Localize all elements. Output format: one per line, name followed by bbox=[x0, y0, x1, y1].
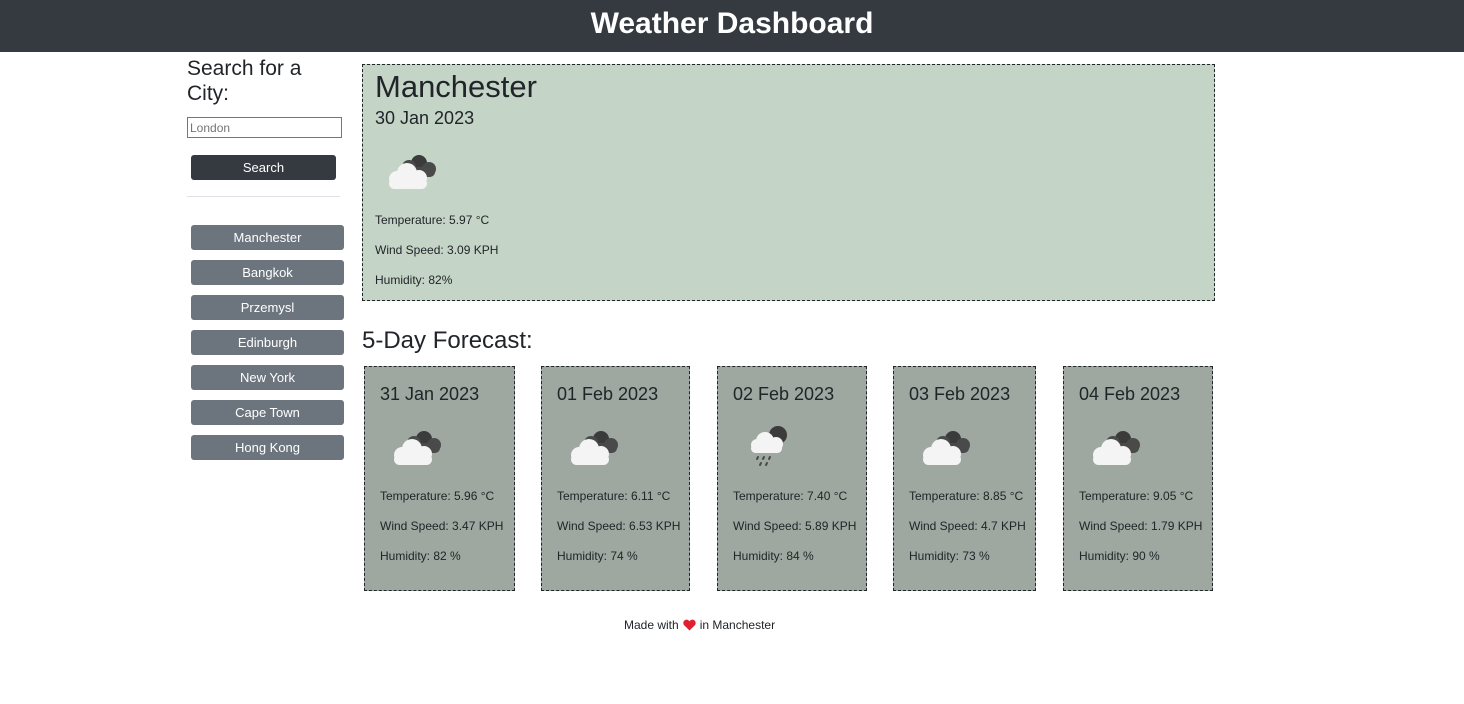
forecast-wind-speed: Wind Speed: 4.7 KPH bbox=[909, 519, 1026, 533]
forecast-card: 01 Feb 2023 Temperature: 6.11 °C Wind Sp… bbox=[541, 366, 690, 591]
cloudy-icon bbox=[1089, 427, 1145, 472]
forecast-date: 03 Feb 2023 bbox=[909, 384, 1011, 404]
forecast-date: 02 Feb 2023 bbox=[733, 384, 835, 404]
cloudy-icon bbox=[567, 427, 623, 472]
forecast-humidity: Humidity: 90 % bbox=[1079, 549, 1160, 563]
history-city-button[interactable]: Cape Town bbox=[191, 400, 344, 425]
forecast-wind-speed: Wind Speed: 6.53 KPH bbox=[557, 519, 681, 533]
history-city-button[interactable]: Hong Kong bbox=[191, 435, 344, 460]
cloudy-icon bbox=[919, 427, 975, 472]
current-wind-speed: Wind Speed: 3.09 KPH bbox=[375, 243, 499, 257]
cloudy-icon bbox=[385, 151, 441, 196]
forecast-temperature: Temperature: 9.05 °C bbox=[1079, 489, 1194, 503]
forecast-wind-speed: Wind Speed: 5.89 KPH bbox=[733, 519, 857, 533]
search-title: Search for a City: bbox=[187, 57, 302, 105]
history-city-button[interactable]: Przemysl bbox=[191, 295, 344, 320]
forecast-temperature: Temperature: 5.96 °C bbox=[380, 489, 495, 503]
search-button[interactable]: Search bbox=[191, 155, 336, 180]
forecast-wind-speed: Wind Speed: 3.47 KPH bbox=[380, 519, 504, 533]
forecast-humidity: Humidity: 82 % bbox=[380, 549, 461, 563]
forecast-title: 5-Day Forecast: bbox=[362, 327, 533, 354]
forecast-humidity: Humidity: 73 % bbox=[909, 549, 990, 563]
footer: Made with in Manchester bbox=[624, 618, 775, 635]
current-temperature: Temperature: 5.97 °C bbox=[375, 213, 490, 227]
forecast-date: 04 Feb 2023 bbox=[1079, 384, 1181, 404]
forecast-temperature: Temperature: 7.40 °C bbox=[733, 489, 848, 503]
search-history-list: Manchester Bangkok Przemysl Edinburgh Ne… bbox=[191, 225, 344, 470]
footer-suffix: in Manchester bbox=[699, 618, 776, 632]
forecast-card: 02 Feb 2023 Temperature: 7.40 °C Wind Sp… bbox=[717, 366, 867, 591]
history-city-button[interactable]: New York bbox=[191, 365, 344, 390]
rain-cloud-icon bbox=[748, 423, 796, 474]
footer-prefix: Made with bbox=[624, 618, 679, 632]
forecast-card: 04 Feb 2023 Temperature: 9.05 °C Wind Sp… bbox=[1063, 366, 1213, 591]
history-city-button[interactable]: Manchester bbox=[191, 225, 344, 250]
city-search-input[interactable] bbox=[187, 117, 342, 138]
forecast-humidity: Humidity: 74 % bbox=[557, 549, 638, 563]
current-weather-panel: Manchester 30 Jan 2023 Temperature: 5.97… bbox=[362, 64, 1215, 301]
forecast-temperature: Temperature: 8.85 °C bbox=[909, 489, 1024, 503]
forecast-date: 01 Feb 2023 bbox=[557, 384, 659, 404]
current-humidity: Humidity: 82% bbox=[375, 273, 453, 287]
history-city-button[interactable]: Bangkok bbox=[191, 260, 344, 285]
history-city-button[interactable]: Edinburgh bbox=[191, 330, 344, 355]
forecast-wind-speed: Wind Speed: 1.79 KPH bbox=[1079, 519, 1203, 533]
app-title: Weather Dashboard bbox=[590, 7, 874, 40]
sidebar-divider bbox=[187, 196, 340, 197]
app-header: Weather Dashboard bbox=[0, 0, 1464, 52]
forecast-temperature: Temperature: 6.11 °C bbox=[557, 489, 671, 503]
heart-icon bbox=[683, 619, 696, 635]
current-date: 30 Jan 2023 bbox=[375, 108, 475, 128]
cloudy-icon bbox=[390, 427, 446, 472]
forecast-card: 31 Jan 2023 Temperature: 5.96 °C Wind Sp… bbox=[364, 366, 515, 591]
current-city-name: Manchester bbox=[375, 69, 537, 104]
forecast-humidity: Humidity: 84 % bbox=[733, 549, 814, 563]
forecast-card: 03 Feb 2023 Temperature: 8.85 °C Wind Sp… bbox=[893, 366, 1036, 591]
forecast-date: 31 Jan 2023 bbox=[380, 384, 480, 404]
